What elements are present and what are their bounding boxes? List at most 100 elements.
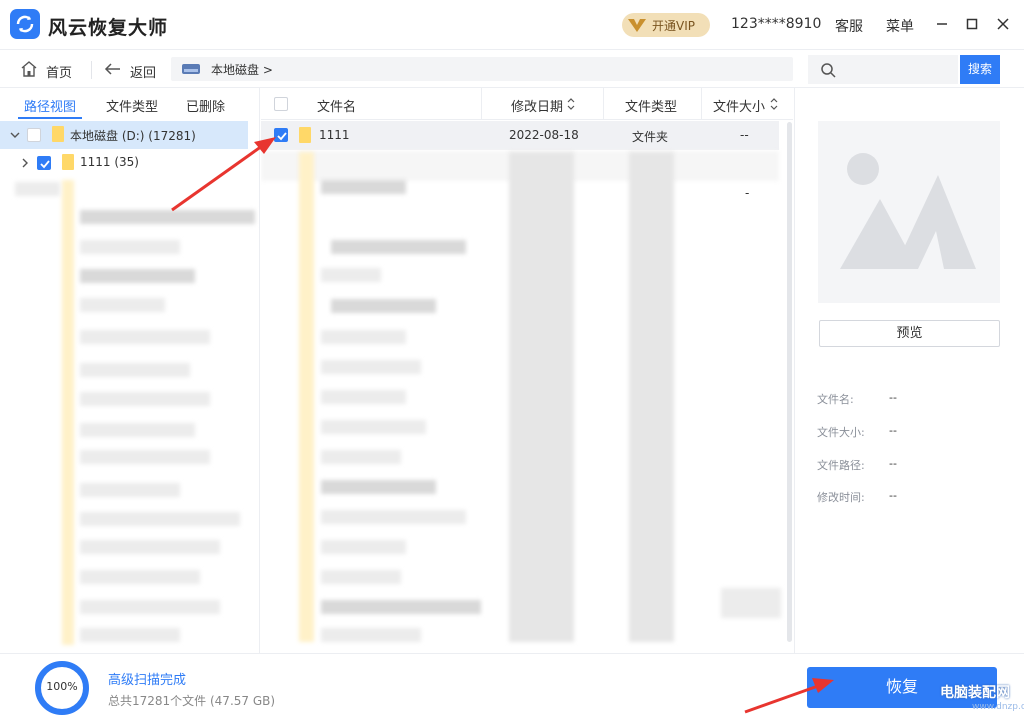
- blurred-type-column: [629, 152, 674, 642]
- search-input[interactable]: [844, 60, 952, 78]
- search-button[interactable]: 搜索: [960, 55, 1000, 84]
- scan-progress-ring: 100%: [34, 660, 90, 716]
- blurred-tree-item: [80, 298, 165, 312]
- footer: 100% 高级扫描完成 总共17281个文件 (47.57 GB) 恢复 电脑装…: [0, 653, 1024, 720]
- back-label: 返回: [130, 66, 157, 81]
- file-type: 文件夹: [632, 130, 669, 144]
- column-divider: [481, 88, 482, 120]
- vip-icon: [628, 19, 646, 32]
- vip-label: 开通VIP: [652, 19, 695, 33]
- breadcrumb-path: 本地磁盘 >: [211, 63, 273, 77]
- back-arrow-icon: [104, 63, 120, 75]
- tree-item-1111[interactable]: 1111 (35): [0, 149, 248, 177]
- column-divider: [701, 88, 702, 120]
- file-size: -: [745, 186, 750, 200]
- blurred-tree-item: [80, 269, 195, 283]
- watermark-url: www.dnzp.com: [972, 702, 1024, 712]
- blurred-row-name: [321, 360, 421, 374]
- preview-panel: 预览 文件名: -- 文件大小: -- 文件路径: -- 修改时间: --: [794, 88, 1024, 653]
- minimize-icon[interactable]: [932, 14, 952, 34]
- info-label-filesize: 文件大小:: [817, 426, 865, 439]
- blurred-row-name: [321, 268, 381, 282]
- breadcrumb[interactable]: 本地磁盘 >: [171, 57, 793, 81]
- column-header-name[interactable]: 文件名: [317, 96, 356, 115]
- blurred-tree-item: [80, 570, 200, 584]
- blurred-tree-item: [80, 330, 210, 344]
- preview-button[interactable]: 预览: [819, 320, 1000, 347]
- chevron-right-icon[interactable]: [20, 158, 30, 168]
- file-table: 文件名 修改日期 文件类型 文件大小 1111 2022-08-18 文件夹 -…: [261, 88, 793, 653]
- vip-button[interactable]: 开通VIP: [622, 13, 710, 37]
- check-icon: [277, 132, 287, 141]
- info-value-filepath: --: [889, 457, 897, 470]
- scan-status: 高级扫描完成: [108, 673, 187, 688]
- blurred-row-name: [321, 180, 406, 194]
- tree-label-local-disk: 本地磁盘 (D:) (17281): [70, 129, 196, 143]
- tab-path-view[interactable]: 路径视图: [24, 96, 76, 115]
- blurred-tree-item: [80, 240, 180, 254]
- watermark: 电脑装配网: [940, 685, 1010, 701]
- tab-file-type[interactable]: 文件类型: [106, 96, 158, 115]
- service-button[interactable]: 客服: [835, 16, 863, 36]
- table-scrollbar[interactable]: [787, 122, 792, 642]
- blurred-tree-item: [80, 392, 210, 406]
- folder-icon: [52, 126, 64, 142]
- nav-divider: [91, 61, 92, 79]
- file-name: 1111: [319, 128, 350, 142]
- folder-icon: [299, 127, 311, 143]
- user-phone[interactable]: 123****8910: [731, 16, 821, 32]
- blurred-row-name: [321, 390, 406, 404]
- close-icon[interactable]: [993, 14, 1013, 34]
- blurred-row-name: [321, 480, 436, 494]
- table-row[interactable]: 1111 2022-08-18 文件夹 --: [261, 121, 779, 150]
- blurred-tree-item: [15, 182, 60, 196]
- image-placeholder-icon: [840, 153, 976, 269]
- info-value-filename: --: [889, 391, 897, 404]
- blurred-tree-item: [80, 210, 255, 224]
- blurred-tree-item: [80, 628, 180, 642]
- column-header-size[interactable]: 文件大小: [713, 96, 765, 115]
- info-label-filename: 文件名:: [817, 393, 854, 406]
- blurred-row-name: [331, 299, 436, 313]
- blurred-row-name: [321, 570, 401, 584]
- maximize-icon[interactable]: [962, 14, 982, 34]
- blurred-row-name: [321, 420, 426, 434]
- blurred-folder-column: [299, 152, 314, 642]
- tree-checkbox-1111[interactable]: [37, 156, 51, 170]
- file-date: 2022-08-18: [509, 128, 579, 142]
- chevron-down-icon[interactable]: [10, 130, 20, 140]
- row-checkbox[interactable]: [274, 128, 288, 142]
- tree-item-local-disk[interactable]: 本地磁盘 (D:) (17281): [0, 121, 248, 149]
- blurred-tree-item: [80, 423, 195, 437]
- blurred-tree-item: [80, 450, 210, 464]
- check-icon: [40, 160, 50, 169]
- tree-checkbox-local-disk[interactable]: [27, 128, 41, 142]
- blurred-tree-item: [80, 483, 180, 497]
- column-header-date[interactable]: 修改日期: [511, 96, 563, 115]
- app-logo-icon: [10, 9, 40, 39]
- preview-image-placeholder: [818, 121, 1000, 303]
- blurred-size-cell: [721, 588, 781, 618]
- column-divider: [603, 88, 604, 120]
- title-bar: 风云恢复大师 开通VIP 123****8910 客服 菜单: [0, 0, 1024, 50]
- sort-icon[interactable]: [769, 97, 779, 111]
- left-panel: 路径视图 文件类型 已删除 本地磁盘 (D:) (17281) 1111 (35…: [0, 88, 260, 653]
- tree-label-1111: 1111 (35): [80, 155, 139, 169]
- blurred-row-name: [331, 240, 466, 254]
- search-box[interactable]: [808, 55, 958, 84]
- tab-deleted[interactable]: 已删除: [186, 96, 225, 115]
- select-all-checkbox[interactable]: [274, 97, 288, 111]
- search-icon: [821, 63, 836, 78]
- blurred-row-name: [321, 330, 406, 344]
- menu-button[interactable]: 菜单: [886, 16, 914, 36]
- blurred-tree-item: [80, 540, 220, 554]
- sort-icon[interactable]: [566, 97, 576, 111]
- blurred-row-name: [321, 628, 421, 642]
- file-size: --: [740, 128, 749, 142]
- active-tab-indicator: [18, 117, 82, 119]
- blurred-tree-item: [80, 512, 240, 526]
- scan-total: 总共17281个文件 (47.57 GB): [108, 694, 276, 708]
- blurred-tree-item: [80, 600, 220, 614]
- column-header-type[interactable]: 文件类型: [625, 96, 677, 115]
- app-title: 风云恢复大师: [48, 17, 169, 39]
